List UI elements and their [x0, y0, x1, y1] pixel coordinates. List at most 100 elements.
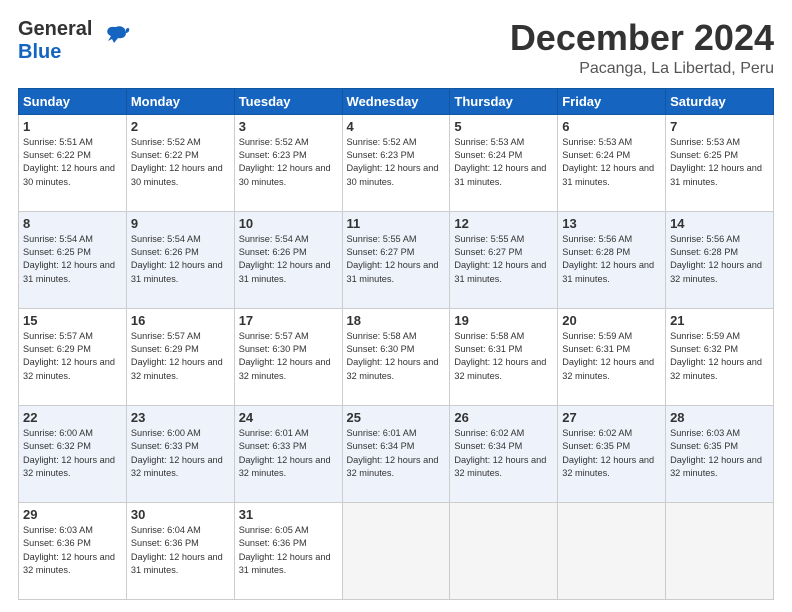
logo: General Blue: [18, 18, 130, 64]
day-info: Sunrise: 5:58 AMSunset: 6:31 PMDaylight:…: [454, 330, 553, 383]
calendar-week-row: 8 Sunrise: 5:54 AMSunset: 6:25 PMDaylight…: [19, 211, 774, 308]
day-number: 5: [454, 119, 553, 134]
calendar-cell: 11 Sunrise: 5:55 AMSunset: 6:27 PMDayligh…: [342, 211, 450, 308]
day-info: Sunrise: 6:05 AMSunset: 6:36 PMDaylight:…: [239, 524, 338, 577]
calendar-cell: 6Sunrise: 5:53 AMSunset: 6:24 PMDaylight…: [558, 114, 666, 211]
day-info: Sunrise: 5:57 AMSunset: 6:29 PMDaylight:…: [131, 330, 230, 383]
calendar-cell: 1Sunrise: 5:51 AMSunset: 6:22 PMDaylight…: [19, 114, 127, 211]
calendar-week-row: 22Sunrise: 6:00 AMSunset: 6:32 PMDayligh…: [19, 405, 774, 502]
calendar-cell: 3Sunrise: 5:52 AMSunset: 6:23 PMDaylight…: [234, 114, 342, 211]
calendar-week-row: 15Sunrise: 5:57 AMSunset: 6:29 PMDayligh…: [19, 308, 774, 405]
day-info: Sunrise: 5:52 AMSunset: 6:22 PMDaylight:…: [131, 136, 230, 189]
day-number: 8: [23, 216, 122, 231]
calendar-cell: 25 Sunrise: 6:01 AMSunset: 6:34 PMDayligh…: [342, 405, 450, 502]
calendar-cell: 24 Sunrise: 6:01 AMSunset: 6:33 PMDayligh…: [234, 405, 342, 502]
day-number: 16: [131, 313, 230, 328]
day-info: Sunrise: 6:00 AMSunset: 6:33 PMDaylight:…: [131, 427, 230, 480]
day-info: Sunrise: 6:01 AMSunset: 6:33 PMDaylight:…: [239, 427, 338, 480]
day-info: Sunrise: 5:57 AMSunset: 6:30 PMDaylight:…: [239, 330, 338, 383]
calendar-cell: [666, 502, 774, 599]
calendar-cell: [342, 502, 450, 599]
calendar-cell: 14Sunrise: 5:56 AMSunset: 6:28 PMDayligh…: [666, 211, 774, 308]
calendar-cell: 27 Sunrise: 6:02 AMSunset: 6:35 PMDayligh…: [558, 405, 666, 502]
calendar-header-row: Sunday Monday Tuesday Wednesday Thursday…: [19, 88, 774, 114]
day-number: 21: [670, 313, 769, 328]
calendar-week-row: 1Sunrise: 5:51 AMSunset: 6:22 PMDaylight…: [19, 114, 774, 211]
calendar-cell: 16 Sunrise: 5:57 AMSunset: 6:29 PMDayligh…: [126, 308, 234, 405]
col-thursday: Thursday: [450, 88, 558, 114]
page: General Blue December 2024 Pacanga, La L…: [0, 0, 792, 612]
day-number: 9: [131, 216, 230, 231]
logo-text: General Blue: [18, 18, 92, 64]
location: Pacanga, La Libertad, Peru: [510, 60, 774, 78]
calendar-cell: 8 Sunrise: 5:54 AMSunset: 6:25 PMDaylight…: [19, 211, 127, 308]
calendar-week-row: 29 Sunrise: 6:03 AMSunset: 6:36 PMDayligh…: [19, 502, 774, 599]
calendar-cell: [558, 502, 666, 599]
day-info: Sunrise: 6:02 AMSunset: 6:35 PMDaylight:…: [562, 427, 661, 480]
day-info: Sunrise: 5:59 AMSunset: 6:32 PMDaylight:…: [670, 330, 769, 383]
day-number: 18: [347, 313, 446, 328]
day-number: 10: [239, 216, 338, 231]
day-info: Sunrise: 6:02 AMSunset: 6:34 PMDaylight:…: [454, 427, 553, 480]
day-info: Sunrise: 5:55 AMSunset: 6:27 PMDaylight:…: [454, 233, 553, 286]
col-monday: Monday: [126, 88, 234, 114]
day-number: 30: [131, 507, 230, 522]
calendar-cell: 15Sunrise: 5:57 AMSunset: 6:29 PMDayligh…: [19, 308, 127, 405]
calendar-cell: 26 Sunrise: 6:02 AMSunset: 6:34 PMDayligh…: [450, 405, 558, 502]
day-info: Sunrise: 5:58 AMSunset: 6:30 PMDaylight:…: [347, 330, 446, 383]
calendar-cell: 2 Sunrise: 5:52 AMSunset: 6:22 PMDaylight…: [126, 114, 234, 211]
calendar-cell: 30 Sunrise: 6:04 AMSunset: 6:36 PMDayligh…: [126, 502, 234, 599]
day-info: Sunrise: 5:57 AMSunset: 6:29 PMDaylight:…: [23, 330, 122, 383]
day-number: 26: [454, 410, 553, 425]
calendar-cell: 9Sunrise: 5:54 AMSunset: 6:26 PMDaylight…: [126, 211, 234, 308]
calendar-cell: 18 Sunrise: 5:58 AMSunset: 6:30 PMDayligh…: [342, 308, 450, 405]
calendar-cell: 12 Sunrise: 5:55 AMSunset: 6:27 PMDayligh…: [450, 211, 558, 308]
day-number: 6: [562, 119, 661, 134]
calendar-cell: 21 Sunrise: 5:59 AMSunset: 6:32 PMDayligh…: [666, 308, 774, 405]
day-number: 14: [670, 216, 769, 231]
day-number: 7: [670, 119, 769, 134]
day-info: Sunrise: 6:03 AMSunset: 6:35 PMDaylight:…: [670, 427, 769, 480]
day-number: 12: [454, 216, 553, 231]
day-info: Sunrise: 5:55 AMSunset: 6:27 PMDaylight:…: [347, 233, 446, 286]
day-number: 17: [239, 313, 338, 328]
day-info: Sunrise: 5:53 AMSunset: 6:25 PMDaylight:…: [670, 136, 769, 189]
day-info: Sunrise: 6:03 AMSunset: 6:36 PMDaylight:…: [23, 524, 122, 577]
calendar-cell: 20Sunrise: 5:59 AMSunset: 6:31 PMDayligh…: [558, 308, 666, 405]
day-info: Sunrise: 6:00 AMSunset: 6:32 PMDaylight:…: [23, 427, 122, 480]
day-number: 24: [239, 410, 338, 425]
col-sunday: Sunday: [19, 88, 127, 114]
calendar-body: 1Sunrise: 5:51 AMSunset: 6:22 PMDaylight…: [19, 114, 774, 599]
col-tuesday: Tuesday: [234, 88, 342, 114]
day-number: 29: [23, 507, 122, 522]
day-number: 19: [454, 313, 553, 328]
day-number: 3: [239, 119, 338, 134]
calendar-cell: 31 Sunrise: 6:05 AMSunset: 6:36 PMDayligh…: [234, 502, 342, 599]
col-friday: Friday: [558, 88, 666, 114]
calendar-cell: 7 Sunrise: 5:53 AMSunset: 6:25 PMDaylight…: [666, 114, 774, 211]
calendar-cell: 19 Sunrise: 5:58 AMSunset: 6:31 PMDayligh…: [450, 308, 558, 405]
header: General Blue December 2024 Pacanga, La L…: [18, 18, 774, 78]
logo-blue: Blue: [18, 41, 61, 63]
col-wednesday: Wednesday: [342, 88, 450, 114]
col-saturday: Saturday: [666, 88, 774, 114]
day-info: Sunrise: 5:54 AMSunset: 6:25 PMDaylight:…: [23, 233, 122, 286]
calendar-cell: 29 Sunrise: 6:03 AMSunset: 6:36 PMDayligh…: [19, 502, 127, 599]
day-number: 2: [131, 119, 230, 134]
day-number: 31: [239, 507, 338, 522]
day-info: Sunrise: 5:56 AMSunset: 6:28 PMDaylight:…: [562, 233, 661, 286]
day-number: 25: [347, 410, 446, 425]
day-info: Sunrise: 5:51 AMSunset: 6:22 PMDaylight:…: [23, 136, 122, 189]
calendar-cell: 17 Sunrise: 5:57 AMSunset: 6:30 PMDayligh…: [234, 308, 342, 405]
day-info: Sunrise: 5:54 AMSunset: 6:26 PMDaylight:…: [239, 233, 338, 286]
calendar-cell: 13Sunrise: 5:56 AMSunset: 6:28 PMDayligh…: [558, 211, 666, 308]
day-info: Sunrise: 6:01 AMSunset: 6:34 PMDaylight:…: [347, 427, 446, 480]
day-number: 11: [347, 216, 446, 231]
day-info: Sunrise: 5:52 AMSunset: 6:23 PMDaylight:…: [347, 136, 446, 189]
day-number: 28: [670, 410, 769, 425]
logo-bird-icon: [98, 21, 130, 58]
title-block: December 2024 Pacanga, La Libertad, Peru: [510, 18, 774, 78]
logo-general: General: [18, 18, 92, 40]
day-info: Sunrise: 6:04 AMSunset: 6:36 PMDaylight:…: [131, 524, 230, 577]
day-number: 27: [562, 410, 661, 425]
